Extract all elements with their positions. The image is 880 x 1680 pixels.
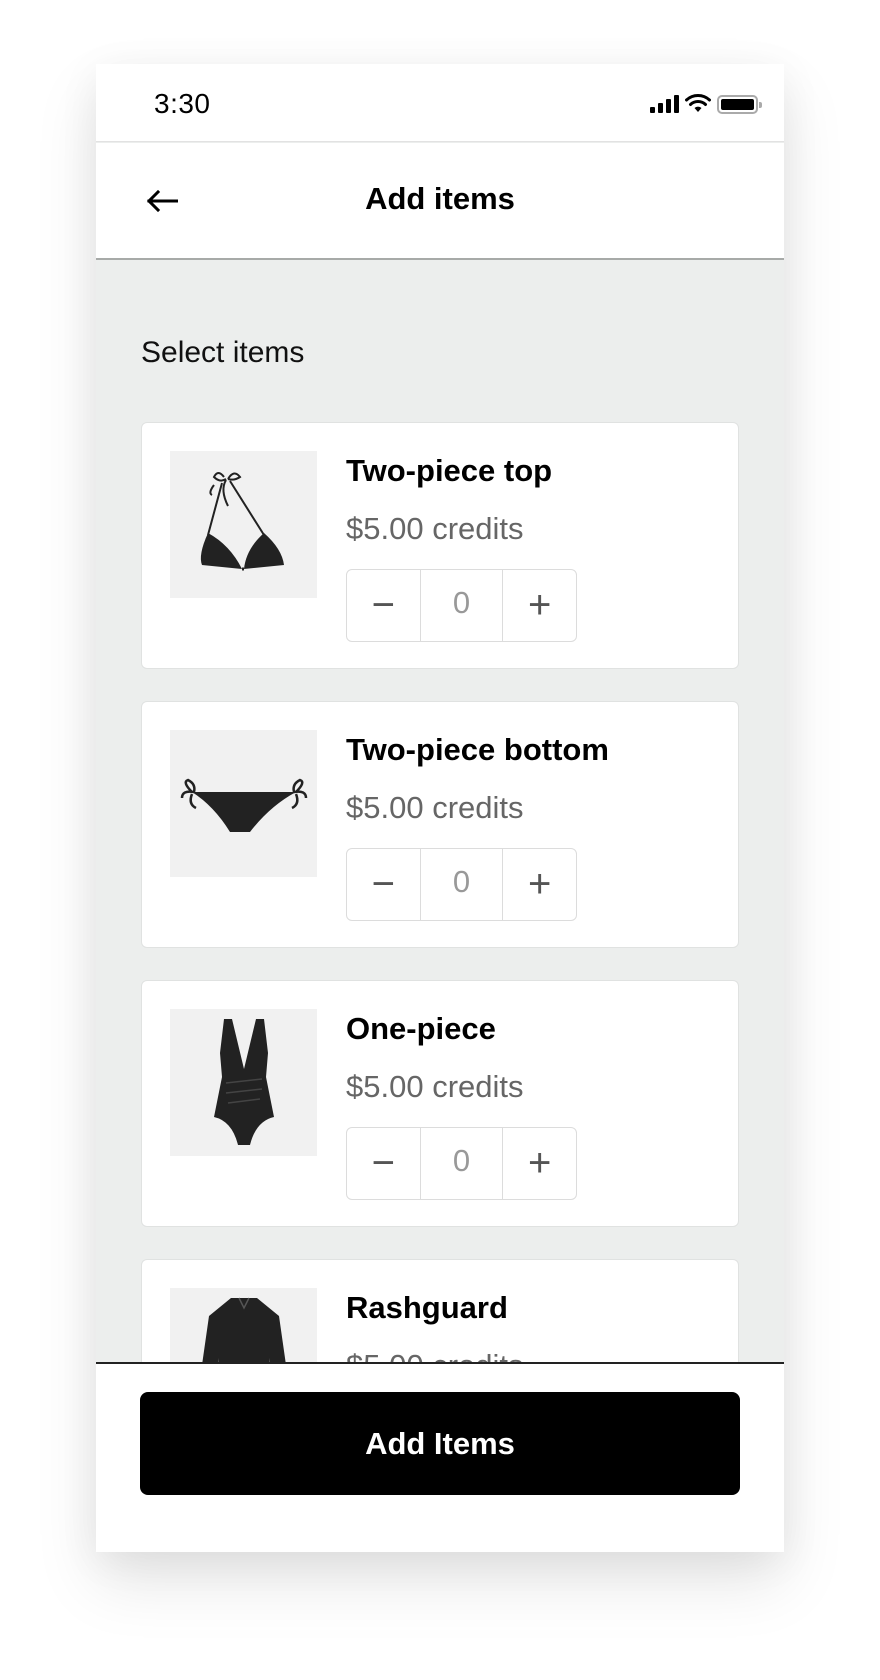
item-name: One-piece xyxy=(346,1011,496,1046)
item-price: $5.00 credits xyxy=(346,1069,524,1104)
item-price: $5.00 credits xyxy=(346,790,524,825)
item-card: Two-piece bottom $5.00 credits − 0 + xyxy=(141,701,739,948)
increment-button[interactable]: + xyxy=(503,1128,576,1199)
item-name: Two-piece top xyxy=(346,453,553,488)
increment-button[interactable]: + xyxy=(503,849,576,920)
signal-icon xyxy=(650,95,679,113)
battery-icon xyxy=(717,94,762,114)
quantity-value[interactable]: 0 xyxy=(419,849,504,920)
add-items-button[interactable]: Add Items xyxy=(140,1392,740,1495)
quantity-stepper: − 0 + xyxy=(346,848,577,921)
status-icons xyxy=(650,92,762,116)
decrement-button[interactable]: − xyxy=(347,849,420,920)
bikini-bottom-image xyxy=(170,730,317,877)
item-card: One-piece $5.00 credits − 0 + xyxy=(141,980,739,1227)
phone-screen: 3:30 Add items Select items Two-piece to… xyxy=(96,64,784,1552)
status-time: 3:30 xyxy=(154,88,211,119)
item-price: $5.00 credits xyxy=(346,511,524,546)
quantity-value[interactable]: 0 xyxy=(419,1128,504,1199)
section-label: Select items xyxy=(141,336,305,369)
status-bar: 3:30 xyxy=(96,64,784,142)
one-piece-swimsuit-image xyxy=(170,1009,317,1156)
decrement-button[interactable]: − xyxy=(347,1128,420,1199)
quantity-stepper: − 0 + xyxy=(346,1127,577,1200)
increment-button[interactable]: + xyxy=(503,570,576,641)
quantity-stepper: − 0 + xyxy=(346,569,577,642)
footer: Add Items xyxy=(96,1362,784,1552)
decrement-button[interactable]: − xyxy=(347,570,420,641)
page-title: Add items xyxy=(365,181,515,216)
item-name: Rashguard xyxy=(346,1290,508,1325)
wifi-icon xyxy=(685,94,711,112)
item-name: Two-piece bottom xyxy=(346,732,609,767)
item-card: Two-piece top $5.00 credits − 0 + xyxy=(141,422,739,669)
bikini-top-image xyxy=(170,451,317,598)
quantity-value[interactable]: 0 xyxy=(419,570,504,641)
app-header: Add items xyxy=(96,143,784,260)
